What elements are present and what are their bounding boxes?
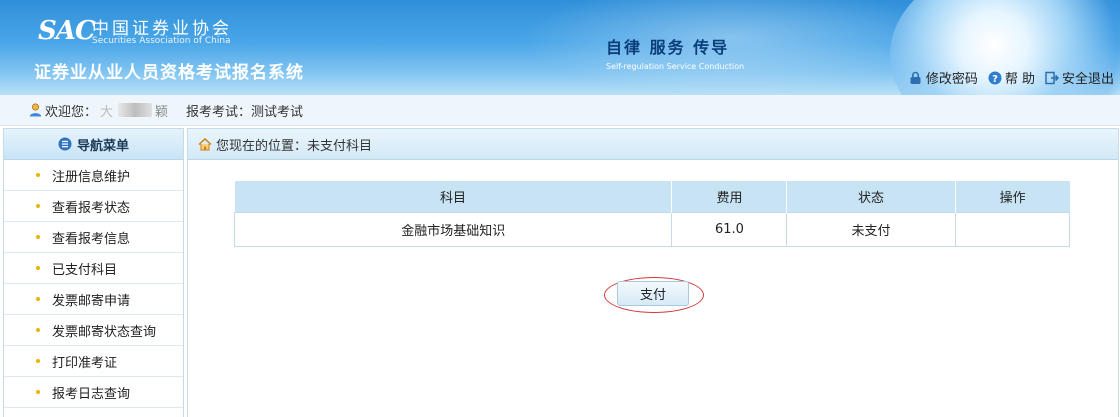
- help-label: 帮 助: [1004, 72, 1035, 87]
- col-subject: 科目: [234, 181, 673, 213]
- exam-label: 报考考试：测试考试: [186, 104, 304, 120]
- header-links: 修改密码 ? 帮 助 安全退出: [909, 68, 1114, 87]
- sidebar-item-paid-subjects[interactable]: 已支付科目: [4, 253, 183, 284]
- col-action: 操作: [955, 181, 1070, 213]
- slogan-en: Self-regulation Service Conduction: [606, 62, 745, 71]
- sidebar-item-exam-info[interactable]: 查看报考信息: [4, 222, 183, 253]
- sidebar-item-print-ticket[interactable]: 打印准考证: [4, 346, 183, 377]
- help-link[interactable]: ? 帮 助: [988, 68, 1035, 87]
- sac-logo: SAC 中国证券业协会 Securities Association of Ch…: [38, 14, 238, 48]
- sidebar-item-exam-status[interactable]: 查看报考状态: [4, 191, 183, 222]
- logout-icon: [1045, 71, 1059, 85]
- slogan: 自律 服务 传导 Self-regulation Service Conduct…: [606, 34, 766, 71]
- cell-status: 未支付: [786, 212, 956, 247]
- unpaid-subjects-table: 科目 费用 状态 操作 金融市场基础知识 61.0 未支付: [233, 181, 1071, 247]
- welcome-text: 欢迎您： 大 颖: [28, 101, 168, 120]
- username-redacted: [118, 103, 153, 117]
- system-title: 证券业从业人员资格考试报名系统: [34, 63, 304, 83]
- cell-fee: 61.0: [671, 212, 788, 247]
- slogan-cn: 自律 服务 传导: [606, 38, 730, 57]
- menu-list-icon: [58, 137, 72, 151]
- user-info-bar: 欢迎您： 大 颖 报考考试：测试考试: [0, 95, 1120, 126]
- username-partial: 大: [100, 104, 114, 120]
- sidebar-item-invoice-status[interactable]: 发票邮寄状态查询: [4, 315, 183, 346]
- breadcrumb-text: 您现在的位置：未支付科目: [216, 138, 373, 154]
- sidebar-item-label: 查看报考状态: [52, 200, 131, 216]
- pay-button[interactable]: 支付: [617, 281, 689, 306]
- pay-highlight-circle: 支付: [604, 277, 704, 313]
- col-status: 状态: [786, 181, 956, 213]
- table-header-row: 科目 费用 状态 操作: [234, 181, 1070, 213]
- table-row: 金融市场基础知识 61.0 未支付: [233, 212, 1071, 247]
- cell-subject: 金融市场基础知识: [233, 212, 673, 247]
- nav-menu-header: 导航菜单: [4, 129, 183, 160]
- logout-label: 安全退出: [1061, 72, 1114, 87]
- logo-en-name: Securities Association of China: [92, 36, 231, 46]
- sidebar-item-label: 报考日志查询: [52, 386, 131, 402]
- change-password-link[interactable]: 修改密码: [909, 68, 978, 87]
- help-icon: ?: [988, 71, 1002, 85]
- username-suffix: 颖: [155, 104, 169, 120]
- svg-text:?: ?: [992, 74, 998, 85]
- change-password-label: 修改密码: [925, 72, 978, 87]
- breadcrumb: 您现在的位置：未支付科目: [188, 129, 1118, 160]
- sidebar-item-label: 查看报考信息: [52, 231, 131, 247]
- col-fee: 费用: [671, 181, 788, 213]
- welcome-label: 欢迎您：: [45, 104, 98, 120]
- cell-action: [954, 212, 1071, 247]
- sidebar-item-label: 注册信息维护: [52, 169, 131, 185]
- logout-link[interactable]: 安全退出: [1045, 68, 1114, 87]
- logo-abbr: SAC: [38, 16, 96, 46]
- lock-icon: [909, 71, 923, 85]
- nav-menu-title: 导航菜单: [76, 138, 129, 154]
- sidebar-nav: 导航菜单 注册信息维护 查看报考状态 查看报考信息 已支付科目 发票邮寄申请 发…: [3, 128, 184, 417]
- sidebar-item-register-info[interactable]: 注册信息维护: [4, 160, 183, 191]
- sidebar-item-invoice-mail[interactable]: 发票邮寄申请: [4, 284, 183, 315]
- sidebar-item-label: 发票邮寄申请: [52, 293, 131, 309]
- page-header: SAC 中国证券业协会 Securities Association of Ch…: [0, 0, 1120, 95]
- home-icon: [198, 137, 212, 151]
- sidebar-item-label: 打印准考证: [52, 355, 118, 371]
- main-content: 您现在的位置：未支付科目 科目 费用 状态 操作 金融市场基础知识 61.0 未…: [187, 128, 1119, 417]
- user-icon: [28, 103, 42, 117]
- sidebar-item-exam-log[interactable]: 报考日志查询: [4, 377, 183, 408]
- sidebar-item-label: 已支付科目: [52, 262, 118, 278]
- sidebar-item-label: 发票邮寄状态查询: [52, 324, 157, 340]
